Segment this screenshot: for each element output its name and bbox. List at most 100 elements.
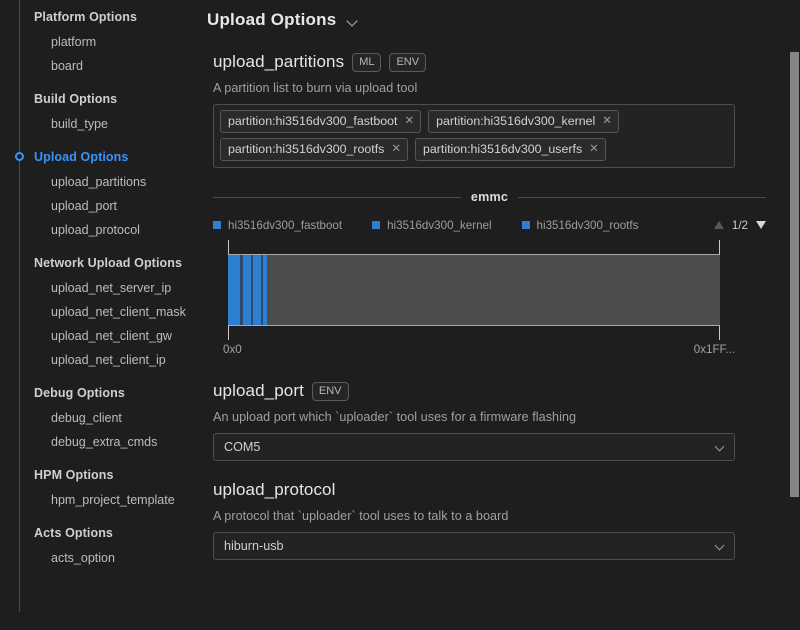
chart-segment-fill	[261, 255, 263, 325]
partition-chip-label: partition:hi3516dv300_userfs	[423, 142, 583, 156]
sidebar-group-hpm-options[interactable]: HPM Options	[0, 462, 195, 488]
property-name-upload-protocol: upload_protocol	[213, 480, 336, 499]
property-header-upload-protocol: upload_protocol	[213, 480, 770, 500]
divider-left	[213, 196, 461, 198]
divider-right	[518, 196, 766, 198]
chart-segment[interactable]	[235, 255, 247, 325]
property-header-upload-port: upload_port ENV	[213, 381, 770, 401]
page-title: Upload Options	[207, 10, 337, 29]
partition-chip[interactable]: partition:hi3516dv300_rootfs ✕	[220, 138, 409, 161]
sidebar-group-label: Build Options	[34, 92, 118, 106]
partition-chip[interactable]: partition:hi3516dv300_fastboot ✕	[220, 110, 422, 133]
chart-segment[interactable]	[246, 255, 258, 325]
legend-label-1: hi3516dv300_kernel	[387, 218, 492, 232]
legend-page-indicator: 1/2	[731, 218, 748, 232]
sidebar-group-platform-options[interactable]: Platform Options	[0, 4, 195, 30]
chart-segment[interactable]	[257, 255, 267, 325]
property-name-upload-port: upload_port	[213, 381, 304, 400]
nav-group-spacer	[0, 242, 195, 250]
sidebar-item-debug-client[interactable]: debug_client	[0, 406, 195, 430]
chevron-down-icon[interactable]	[348, 16, 359, 27]
chart-segment-fill	[239, 255, 243, 325]
nav-group-spacer	[0, 136, 195, 144]
badge-ml[interactable]: ML	[352, 52, 382, 72]
badge-env[interactable]: ENV	[389, 52, 427, 72]
active-group-marker-icon	[15, 152, 24, 161]
sidebar-item-debug-extra-cmds[interactable]: debug_extra_cmds	[0, 430, 195, 454]
scrollbar-thumb[interactable]	[790, 52, 799, 497]
emmc-partition-chart[interactable]: 0x0 0x1FF...	[213, 240, 735, 365]
close-icon[interactable]: ✕	[589, 143, 599, 155]
legend-item-2[interactable]: hi3516dv300_rootfs	[521, 218, 639, 232]
triangle-up-icon[interactable]	[713, 221, 724, 229]
chevron-down-icon[interactable]	[715, 442, 726, 453]
legend-label-0: hi3516dv300_fastboot	[228, 218, 343, 232]
chart-segment[interactable]	[228, 255, 236, 325]
sidebar-nav-list: Platform Options platform board Build Optio…	[0, 0, 195, 570]
close-icon[interactable]: ✕	[391, 143, 401, 155]
sidebar-item-platform[interactable]: platform	[0, 30, 195, 54]
sidebar-item-upload-net-server-ip[interactable]: upload_net_server_ip	[0, 276, 195, 300]
chevron-down-icon[interactable]	[715, 541, 726, 552]
partition-chip-label: partition:hi3516dv300_kernel	[436, 114, 596, 128]
close-icon[interactable]: ✕	[404, 115, 414, 127]
sidebar-item-upload-partitions[interactable]: upload_partitions	[0, 170, 195, 194]
legend-label-2: hi3516dv300_rootfs	[536, 218, 639, 232]
sidebar-item-upload-net-client-ip[interactable]: upload_net_client_ip	[0, 348, 195, 372]
nav-group-spacer	[0, 78, 195, 86]
axis-label-end: 0x1FF...	[693, 343, 735, 356]
nav-group-spacer	[0, 454, 195, 462]
legend-swatch-icon	[372, 221, 381, 229]
sidebar-item-build-type[interactable]: build_type	[0, 112, 195, 136]
property-name-upload-partitions: upload_partitions	[213, 52, 345, 71]
partition-chip[interactable]: partition:hi3516dv300_userfs ✕	[415, 138, 606, 161]
properties-section: upload_partitions ML ENV A partition lis…	[195, 52, 800, 560]
legend-swatch-icon	[521, 221, 530, 229]
upload-partitions-chip-input[interactable]: partition:hi3516dv300_fastboot ✕ partition…	[213, 104, 735, 168]
chart-legend: hi3516dv300_fastboot hi3516dv300_kernel …	[213, 218, 770, 232]
settings-window: Platform Options platform board Build Optio…	[0, 0, 800, 630]
upload-protocol-value: hiburn-usb	[224, 539, 284, 553]
sidebar-item-upload-port[interactable]: upload_port	[0, 194, 195, 218]
sidebar-item-acts-option[interactable]: acts_option	[0, 546, 195, 570]
sidebar-navigation: Platform Options platform board Build Optio…	[0, 0, 195, 630]
partition-chip[interactable]: partition:hi3516dv300_kernel ✕	[428, 110, 619, 133]
sidebar-group-network-upload-options[interactable]: Network Upload Options	[0, 250, 195, 276]
badge-env[interactable]: ENV	[311, 381, 349, 401]
vertical-scrollbar[interactable]	[786, 0, 800, 630]
close-icon[interactable]: ✕	[602, 115, 612, 127]
chart-title: emmc	[470, 190, 509, 204]
axis-label-start: 0x0	[223, 343, 242, 356]
sidebar-group-acts-options[interactable]: Acts Options	[0, 520, 195, 546]
legend-item-0[interactable]: hi3516dv300_fastboot	[213, 219, 342, 232]
upload-protocol-select[interactable]: hiburn-usb	[213, 532, 735, 560]
sidebar-group-label: Platform Options	[34, 10, 137, 24]
sidebar-group-label: Network Upload Options	[34, 256, 183, 270]
chart-bar-track	[228, 254, 720, 326]
main-content: Upload Options upload_partitions ML ENV …	[195, 0, 800, 630]
chart-title-divider: emmc	[213, 190, 770, 204]
nav-group-spacer	[0, 372, 195, 380]
sidebar-group-label: Debug Options	[34, 386, 125, 400]
sidebar-group-label: Upload Options	[34, 150, 129, 164]
partition-chip-label: partition:hi3516dv300_fastboot	[228, 114, 398, 128]
sidebar-item-hpm-project-template[interactable]: hpm_project_template	[0, 488, 195, 512]
property-description-upload-partitions: A partition list to burn via upload tool	[213, 81, 418, 95]
triangle-down-icon[interactable]	[756, 221, 766, 229]
sidebar-group-build-options[interactable]: Build Options	[0, 86, 195, 112]
sidebar-item-upload-net-client-mask[interactable]: upload_net_client_mask	[0, 300, 195, 324]
sidebar-group-label: HPM Options	[34, 468, 114, 482]
partition-chip-label: partition:hi3516dv300_rootfs	[228, 142, 385, 156]
upload-port-select[interactable]: COM5	[213, 433, 735, 461]
nav-group-spacer	[0, 512, 195, 520]
sidebar-item-upload-protocol[interactable]: upload_protocol	[0, 218, 195, 242]
sidebar-group-upload-options[interactable]: Upload Options	[0, 144, 195, 170]
sidebar-item-upload-net-client-gw[interactable]: upload_net_client_gw	[0, 324, 195, 348]
property-description-upload-port: An upload port which `uploader` tool use…	[213, 410, 577, 424]
property-description-upload-protocol: A protocol that `uploader` tool uses to …	[213, 509, 509, 523]
sidebar-item-board[interactable]: board	[0, 54, 195, 78]
upload-port-value: COM5	[224, 440, 261, 454]
sidebar-group-debug-options[interactable]: Debug Options	[0, 380, 195, 406]
chart-segment-fill	[250, 255, 254, 325]
legend-item-1[interactable]: hi3516dv300_kernel	[372, 218, 492, 232]
